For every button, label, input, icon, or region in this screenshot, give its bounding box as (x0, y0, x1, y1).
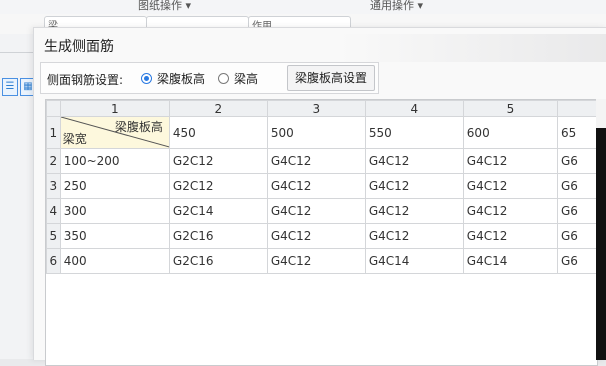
rebar-cell[interactable]: G4C12 (266, 198, 366, 224)
radio-beam-height[interactable]: 梁高 (218, 70, 258, 87)
rebar-cell[interactable]: G4C12 (266, 148, 366, 174)
column-header[interactable]: 3 (266, 100, 366, 117)
menu-drawing-ops[interactable]: 图纸操作 ▾ (138, 0, 191, 13)
rebar-cell[interactable]: G6 (556, 173, 597, 199)
rebar-cell[interactable]: G4C12 (364, 223, 464, 249)
column-header[interactable]: 4 (364, 100, 464, 117)
header-value-cell[interactable]: 500 (266, 116, 366, 149)
rebar-grid: 1 2 3 4 5 1 梁腹板高 梁宽 450 500 550 600 65 2… (45, 99, 598, 366)
rebar-cell[interactable]: G4C12 (462, 223, 558, 249)
rebar-cell[interactable]: G2C16 (168, 223, 268, 249)
title-bar-shade (339, 34, 606, 62)
rebar-cell[interactable]: G4C12 (462, 173, 558, 199)
row-number[interactable]: 3 (46, 173, 61, 199)
rebar-cell[interactable]: G4C12 (462, 198, 558, 224)
table-row: 6 400 G2C16 G4C12 G4C14 G4C14 G6 (46, 248, 597, 274)
rebar-cell[interactable]: G6 (556, 248, 597, 274)
header-value-cell[interactable]: 550 (364, 116, 464, 149)
diagonal-header-cell[interactable]: 梁腹板高 梁宽 (59, 116, 170, 149)
list-view-icon[interactable]: ☰ (2, 78, 18, 96)
header-value-cell[interactable]: 65 (556, 116, 597, 149)
row-number[interactable]: 6 (46, 248, 61, 274)
rebar-cell[interactable]: G4C12 (364, 198, 464, 224)
app-toolbar-strip: 图纸操作 ▾ 通用操作 ▾ (0, 0, 606, 15)
rebar-cell[interactable]: G6 (556, 198, 597, 224)
radio-unchecked-icon[interactable] (218, 73, 229, 84)
web-height-settings-button[interactable]: 梁腹板高设置 (287, 65, 375, 91)
row-number[interactable]: 1 (46, 116, 61, 149)
divider (0, 52, 34, 53)
column-header[interactable]: 1 (59, 100, 170, 117)
table-row: 2 100~200 G2C12 G4C12 G4C12 G4C12 G6 (46, 148, 597, 174)
rebar-cell[interactable]: G4C12 (266, 173, 366, 199)
rebar-cell[interactable]: G6 (556, 148, 597, 174)
rebar-cell[interactable]: G2C16 (168, 248, 268, 274)
rebar-cell[interactable]: G4C12 (462, 148, 558, 174)
beam-width-cell[interactable]: 350 (59, 223, 170, 249)
rebar-cell[interactable]: G2C12 (168, 148, 268, 174)
rebar-cell[interactable]: G4C12 (364, 148, 464, 174)
generate-side-rebar-dialog: 生成侧面筋 侧面钢筋设置: 梁腹板高 梁高 梁腹板高设置 1 2 3 4 5 1… (33, 27, 606, 366)
rebar-cell[interactable]: G4C14 (364, 248, 464, 274)
rebar-cell[interactable]: G4C12 (364, 173, 464, 199)
table-row: 3 250 G2C12 G4C12 G4C12 G4C12 G6 (46, 173, 597, 199)
row-number[interactable]: 4 (46, 198, 61, 224)
menu-general-ops[interactable]: 通用操作 ▾ (370, 0, 423, 13)
column-header[interactable] (556, 100, 597, 117)
beam-width-cell[interactable]: 400 (59, 248, 170, 274)
dialog-title: 生成侧面筋 (44, 39, 114, 55)
rebar-cell[interactable]: G2C12 (168, 173, 268, 199)
scroll-area-top (596, 99, 606, 128)
rebar-cell[interactable]: G2C14 (168, 198, 268, 224)
beam-width-cell[interactable]: 100~200 (59, 148, 170, 174)
rebar-table: 1 2 3 4 5 1 梁腹板高 梁宽 450 500 550 600 65 2… (46, 100, 597, 274)
table-row: 5 350 G2C16 G4C12 G4C12 G4C12 G6 (46, 223, 597, 249)
settings-label: 侧面钢筋设置: (47, 73, 124, 87)
column-header[interactable]: 2 (168, 100, 268, 117)
column-header[interactable]: 5 (462, 100, 558, 117)
web-height-axis-label: 梁腹板高 (114, 120, 163, 134)
radio-web-height-label: 梁腹板高 (157, 72, 206, 86)
rebar-cell[interactable]: G4C12 (266, 248, 366, 274)
radio-beam-height-label: 梁高 (234, 72, 259, 86)
dark-edge (596, 128, 606, 360)
header-value-cell[interactable]: 450 (168, 116, 268, 149)
side-rebar-settings: 侧面钢筋设置: 梁腹板高 梁高 梁腹板高设置 (40, 62, 379, 94)
rebar-cell[interactable]: G4C12 (266, 223, 366, 249)
beam-width-cell[interactable]: 300 (59, 198, 170, 224)
beam-width-cell[interactable]: 250 (59, 173, 170, 199)
radio-web-height[interactable]: 梁腹板高 (141, 70, 205, 87)
header-value-cell[interactable]: 600 (462, 116, 558, 149)
rebar-cell[interactable]: G6 (556, 223, 597, 249)
radio-checked-icon[interactable] (141, 73, 152, 84)
row-number[interactable]: 5 (46, 223, 61, 249)
rebar-cell[interactable]: G4C14 (462, 248, 558, 274)
grid-corner (46, 100, 61, 117)
beam-width-axis-label: 梁宽 (62, 132, 87, 146)
row-number[interactable]: 2 (46, 148, 61, 174)
table-row: 4 300 G2C14 G4C12 G4C12 G4C12 G6 (46, 198, 597, 224)
